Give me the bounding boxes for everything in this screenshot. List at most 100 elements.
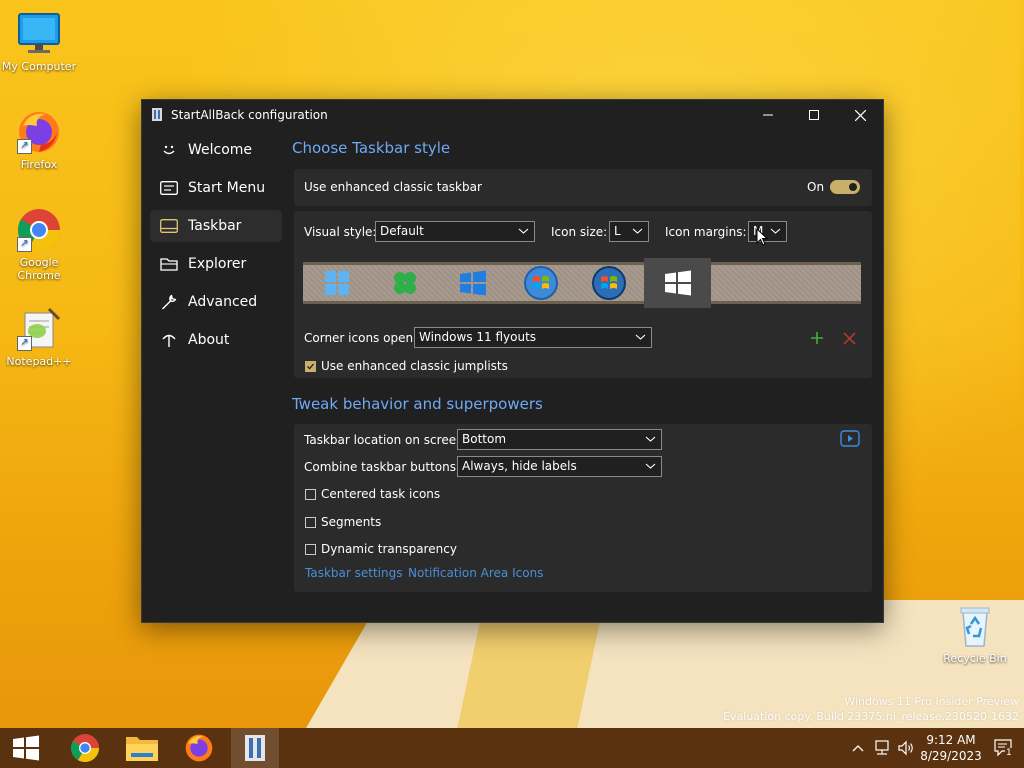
video-play-icon[interactable] — [840, 430, 860, 447]
chevron-down-icon — [632, 228, 643, 234]
title-bar[interactable]: StartAllBack configuration — [142, 100, 883, 130]
minimize-button[interactable] — [745, 100, 791, 130]
desktop-icon-recycle-bin[interactable]: Recycle Bin — [936, 602, 1014, 665]
sidebar-item-label: About — [188, 332, 230, 348]
maximize-button[interactable] — [791, 100, 837, 130]
minimize-icon — [763, 114, 773, 116]
notification-center-button[interactable]: 1 — [990, 728, 1018, 768]
style-option-vista[interactable] — [585, 258, 633, 308]
segments-checkbox[interactable] — [305, 517, 316, 528]
speaker-icon — [898, 740, 913, 756]
sidebar-item-label: Welcome — [188, 142, 253, 158]
icon-size-select[interactable]: L — [609, 221, 649, 242]
windows-7-orb-icon — [524, 266, 558, 300]
chevron-down-icon — [645, 463, 656, 469]
enhanced-taskbar-toggle[interactable] — [830, 180, 860, 194]
sidebar-item-label: Explorer — [188, 256, 247, 272]
notification-area-icons-link[interactable]: Notification Area Icons — [408, 566, 543, 580]
add-icon[interactable] — [810, 331, 824, 345]
chevron-down-icon — [518, 228, 529, 234]
desktop-icon-label: My Computer — [1, 60, 77, 73]
mouse-cursor-icon — [756, 228, 768, 246]
maximize-icon — [809, 110, 819, 120]
sidebar-item-label: Start Menu — [188, 180, 266, 196]
dynamic-transparency-checkbox[interactable] — [305, 544, 316, 555]
behavior-panel: Taskbar location on screen: Bottom Combi… — [294, 424, 872, 592]
desktop-icon-label: Firefox — [20, 158, 58, 171]
close-button[interactable] — [837, 100, 883, 130]
desktop-icon-firefox[interactable]: ↗ Firefox — [0, 108, 78, 171]
taskbar-file-explorer-button[interactable] — [118, 728, 166, 768]
windows-evaluation-watermark: Windows 11 Pro Insider Preview Evaluatio… — [723, 695, 1019, 723]
chevron-down-icon — [645, 436, 656, 442]
recycle-bin-icon — [951, 602, 999, 650]
style-option-win7[interactable] — [517, 258, 565, 308]
taskbar-location-select[interactable]: Bottom — [457, 429, 662, 450]
enhanced-taskbar-label: Use enhanced classic taskbar — [304, 180, 482, 194]
style-option-win11[interactable] — [313, 258, 361, 308]
sidebar-item-taskbar[interactable]: Taskbar — [150, 210, 282, 242]
desktop-icon-my-computer[interactable]: My Computer — [0, 10, 78, 73]
windows-taskbar: 9:12 AM 8/29/2023 1 — [0, 728, 1024, 768]
about-icon — [159, 330, 179, 350]
sidebar-item-label: Advanced — [188, 294, 258, 310]
folder-icon — [126, 737, 158, 761]
combine-buttons-label: Combine taskbar buttons: — [304, 460, 461, 474]
sidebar-item-welcome[interactable]: Welcome — [150, 134, 282, 166]
remove-icon[interactable] — [843, 332, 856, 345]
checkmark-icon — [307, 363, 314, 370]
centered-icons-checkbox[interactable] — [305, 489, 316, 500]
style-option-win10[interactable] — [449, 258, 497, 308]
sidebar-item-start-menu[interactable]: Start Menu — [150, 172, 282, 204]
show-hidden-icons-button[interactable] — [849, 728, 867, 768]
startallback-app-icon — [245, 735, 265, 761]
jumplists-checkbox[interactable] — [305, 361, 316, 372]
windows-logo-icon — [13, 735, 39, 761]
desktop-icon-label: Google Chrome — [17, 256, 61, 282]
taskbar-clock[interactable]: 9:12 AM 8/29/2023 — [918, 732, 984, 764]
chrome-icon: ↗ — [15, 206, 63, 254]
taskbar-startallback-button[interactable] — [231, 728, 279, 768]
explorer-icon — [159, 254, 179, 274]
sidebar-nav: Welcome Start Menu Taskbar Explorer Adva… — [150, 134, 282, 362]
taskbar-settings-link[interactable]: Taskbar settings — [305, 566, 402, 580]
taskbar-style-preview — [303, 258, 861, 308]
desktop-icon-label: Recycle Bin — [943, 652, 1007, 665]
windows-vista-orb-icon — [592, 266, 626, 300]
chevron-down-icon — [770, 228, 781, 234]
enhanced-taskbar-row: Use enhanced classic taskbar On — [294, 169, 872, 206]
toggle-state-label: On — [807, 180, 825, 194]
style-option-clover[interactable] — [381, 258, 429, 308]
jumplists-label: Use enhanced classic jumplists — [321, 359, 508, 373]
taskbar-firefox-button[interactable] — [175, 728, 223, 768]
style-section-heading: Choose Taskbar style — [292, 139, 451, 157]
notification-count-badge: 1 — [1005, 748, 1013, 758]
icon-size-label: Icon size: — [551, 225, 608, 239]
sidebar-item-about[interactable]: About — [150, 324, 282, 356]
visual-style-select[interactable]: Default — [375, 221, 535, 242]
visual-style-label: Visual style: — [304, 225, 377, 239]
start-menu-icon — [159, 178, 179, 198]
sidebar-item-advanced[interactable]: Advanced — [150, 286, 282, 318]
firefox-icon — [185, 734, 213, 762]
style-option-win8[interactable] — [644, 258, 711, 308]
network-button[interactable] — [871, 728, 893, 768]
sidebar-item-explorer[interactable]: Explorer — [150, 248, 282, 280]
startallback-config-window: StartAllBack configuration Welcome Start… — [141, 99, 884, 623]
taskbar-chrome-button[interactable] — [61, 728, 109, 768]
corner-icons-select[interactable]: Windows 11 flyouts — [414, 327, 652, 348]
chrome-icon — [70, 734, 99, 763]
dynamic-transparency-label: Dynamic transparency — [321, 542, 457, 556]
corner-icons-label: Corner icons open: — [304, 331, 418, 345]
desktop-icon-label: Notepad++ — [6, 355, 72, 368]
windows-10-logo-icon — [460, 270, 486, 296]
taskbar-icon — [159, 216, 179, 236]
start-button[interactable] — [2, 728, 50, 768]
volume-button[interactable] — [895, 728, 917, 768]
desktop-icon-notepad-plus-plus[interactable]: ↗ Notepad++ — [0, 305, 78, 368]
desktop-icon-google-chrome[interactable]: ↗ Google Chrome — [0, 206, 78, 282]
notepad-plus-plus-icon: ↗ — [15, 305, 63, 353]
clover-logo-icon — [394, 272, 416, 294]
chevron-up-icon — [852, 745, 864, 752]
combine-buttons-select[interactable]: Always, hide labels — [457, 456, 662, 477]
